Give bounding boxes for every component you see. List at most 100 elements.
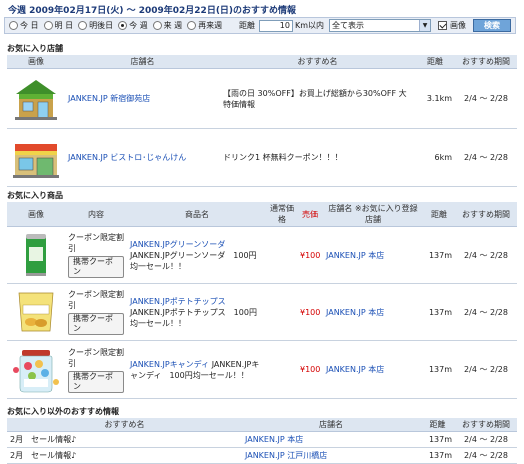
- content-text: クーポン限定割引: [68, 233, 124, 253]
- mobile-coupon-button[interactable]: 携帯クーポン: [68, 313, 124, 335]
- radio-button[interactable]: [78, 21, 88, 30]
- product-link[interactable]: JANKEN.JPグリーンソーダ: [130, 240, 225, 249]
- radio-button[interactable]: [9, 21, 18, 30]
- column-header: 距離: [423, 202, 455, 227]
- recommend-cell: 【雨の日 30%OFF】お買上げ総額から30%OFF 大特価情報: [220, 68, 415, 129]
- radio-button[interactable]: [43, 21, 53, 30]
- period-label: 来 週: [163, 21, 183, 30]
- period-option-this-week[interactable]: 今 週: [118, 20, 148, 31]
- filter-bar: 今 日 明 日 明後日 今 週 来 週 再来週 距離 10 Km以内 全て表示 ▼…: [4, 17, 516, 34]
- table-row: クーポン限定割引 携帯クーポン JANKEN.JPグリーンソーダ JANKEN.JP…: [7, 226, 517, 284]
- bistro-storefront-icon[interactable]: [11, 136, 61, 180]
- regular-price-cell: [267, 340, 297, 399]
- column-header: おすすめ期間: [455, 55, 517, 69]
- distance-unit: Km以内: [294, 21, 324, 30]
- regular-price-cell: [267, 283, 297, 341]
- content-cell: クーポン限定割引 携帯クーポン: [65, 340, 127, 399]
- column-header: おすすめ名: [220, 55, 415, 69]
- image-checkbox[interactable]: [438, 21, 447, 30]
- distance-cell: 137m: [420, 431, 455, 448]
- chevron-down-icon[interactable]: ▼: [419, 20, 430, 31]
- store-link[interactable]: JANKEN.JP 本店: [326, 308, 384, 317]
- store-link[interactable]: JANKEN.JP 本店: [326, 365, 384, 374]
- potato-chips-icon[interactable]: [15, 289, 57, 335]
- column-header: 画像: [7, 55, 65, 69]
- product-name-cell: JANKEN.JPキャンディ JANKEN.JPキャンディ 100円均一セール！…: [127, 340, 267, 399]
- distance-cell: 137m: [423, 283, 455, 341]
- sale-price-cell: ¥100: [297, 226, 323, 284]
- store-cell: JANKEN.JP 本店: [323, 340, 423, 399]
- store-link[interactable]: JANKEN.JP 本店: [245, 435, 303, 444]
- product-image-cell: [7, 340, 65, 399]
- period-label: 今 日: [20, 21, 39, 30]
- content-text: クーポン限定割引: [68, 290, 124, 310]
- store-link[interactable]: JANKEN.JP 新宿御苑店: [68, 94, 150, 103]
- period-option-day-after[interactable]: 明後日: [78, 20, 113, 31]
- column-header: 内容: [65, 202, 127, 227]
- candy-jar-icon[interactable]: [12, 346, 60, 394]
- column-header: 店舗名 ※お気に入り登録店舗: [323, 202, 423, 227]
- recommend-cell: ドリンク1 杯無料クーポン！！！: [220, 128, 415, 187]
- product-description: JANKEN.JPグリーンソーダ 100円均一セール！！: [130, 250, 257, 271]
- other-recommend-table: おすすめ名 店舗名 距離 おすすめ期間 2月 セール情報♪ JANKEN.JP …: [7, 418, 517, 464]
- column-header: 画像: [7, 202, 65, 227]
- content-text: クーポン限定割引: [68, 347, 124, 368]
- period-cell: 2/4 〜 2/28: [455, 340, 517, 399]
- product-image-cell: [7, 283, 65, 341]
- period-option-today[interactable]: 今 日: [9, 20, 39, 31]
- table-row: クーポン限定割引 携帯クーポン JANKEN.JPキャンディ JANKEN.JPキ…: [7, 340, 517, 399]
- distance-input[interactable]: 10: [258, 19, 293, 32]
- product-name-cell: JANKEN.JPグリーンソーダ JANKEN.JPグリーンソーダ 100円均一セ…: [127, 226, 267, 284]
- column-header: 通常価格: [267, 202, 297, 227]
- content-cell: クーポン限定割引 携帯クーポン: [65, 283, 127, 341]
- mobile-coupon-button[interactable]: 携帯クーポン: [68, 256, 124, 278]
- product-link[interactable]: JANKEN.JPポテトチップス: [130, 297, 226, 306]
- soda-can-icon[interactable]: [21, 231, 51, 279]
- store-link[interactable]: JANKEN.JP 江戸川橋店: [245, 451, 327, 460]
- display-select-value: 全て表示: [332, 21, 364, 30]
- other-recommend-heading: お気に入り以外のおすすめ情報: [7, 407, 119, 416]
- distance-cell: 137m: [420, 447, 455, 464]
- store-cell: JANKEN.JP 江戸川橋店: [242, 447, 420, 464]
- period-cell: 2/4 〜 2/28: [455, 431, 517, 448]
- sale-price-cell: ¥100: [297, 340, 323, 399]
- column-header: おすすめ期間: [455, 202, 517, 227]
- store-name-cell: JANKEN.JP ビストロ･じゃんけん: [65, 128, 220, 187]
- recommend-cell: 2月 セール情報♪: [7, 431, 242, 448]
- radio-button[interactable]: [187, 21, 197, 30]
- display-select[interactable]: 全て表示 ▼: [329, 19, 431, 32]
- period-cell: 2/4 〜 2/28: [455, 283, 517, 341]
- store-cell: JANKEN.JP 本店: [323, 283, 423, 341]
- period-option-week-after[interactable]: 再来週: [187, 20, 222, 31]
- sale-price-cell: ¥100: [297, 283, 323, 341]
- store-link[interactable]: JANKEN.JP ビストロ･じゃんけん: [68, 153, 186, 162]
- period-label: 再来週: [198, 21, 223, 30]
- distance-cell: 6km: [415, 128, 455, 187]
- favorite-stores-heading: お気に入り店舗: [7, 44, 63, 53]
- table-row: クーポン限定割引 携帯クーポン JANKEN.JPポテトチップス JANKEN.JP…: [7, 283, 517, 341]
- radio-button[interactable]: [152, 21, 162, 30]
- column-header: 距離: [420, 418, 455, 432]
- radio-button[interactable]: [118, 21, 128, 30]
- column-header: 店舗名: [65, 55, 220, 69]
- column-header: 距離: [415, 55, 455, 69]
- mobile-coupon-button[interactable]: 携帯クーポン: [68, 370, 124, 393]
- product-link[interactable]: JANKEN.JPキャンディ: [130, 360, 209, 369]
- distance-cell: 137m: [423, 340, 455, 399]
- period-cell: 2/4 〜 2/28: [455, 447, 517, 464]
- period-option-next-week[interactable]: 来 週: [152, 20, 183, 31]
- table-row: 2月 セール情報♪ JANKEN.JP 江戸川橋店 137m 2/4 〜 2/2…: [7, 447, 517, 464]
- store-cell: JANKEN.JP 本店: [242, 431, 420, 448]
- search-button[interactable]: 検索: [473, 19, 511, 32]
- column-header: おすすめ期間: [455, 418, 517, 432]
- product-description: JANKEN.JPポテトチップス 100円均一セール！！: [130, 307, 257, 328]
- period-label: 今 週: [129, 21, 148, 30]
- favorite-stores-table: 画像 店舗名 おすすめ名 距離 おすすめ期間 JANKEN.JP 新宿御苑店 【…: [7, 55, 517, 187]
- store-image-cell: [7, 68, 65, 129]
- column-header: 売価: [297, 202, 323, 227]
- convenience-store-icon[interactable]: [11, 77, 61, 121]
- favorite-products-heading: お気に入り商品: [7, 191, 63, 200]
- table-row: 2月 セール情報♪ JANKEN.JP 本店 137m 2/4 〜 2/28: [7, 431, 517, 448]
- store-link[interactable]: JANKEN.JP 本店: [326, 251, 384, 260]
- period-option-tomorrow[interactable]: 明 日: [43, 20, 73, 31]
